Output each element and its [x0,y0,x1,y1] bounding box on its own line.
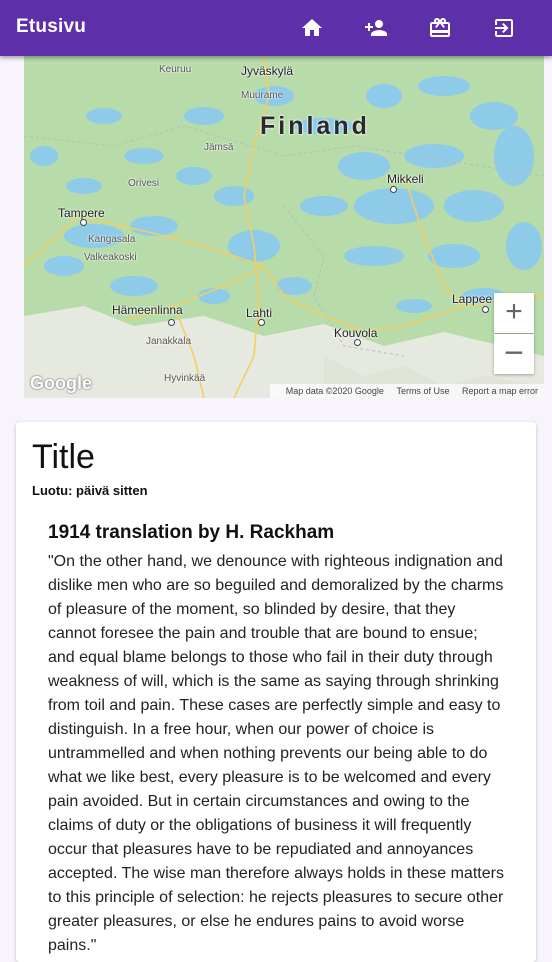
city-hameenlinna-dot [168,319,175,326]
home-icon[interactable] [300,16,324,40]
city-janakkala-label: Janakkala [146,336,192,347]
article-title: 1914 translation by H. Rackham [48,522,335,543]
post-created-date: Luotu: päivä sitten [32,483,148,498]
post-title: Title [32,438,95,476]
google-logo[interactable]: Google [30,373,92,394]
city-jyvaskyla-label: Jyväskylä [241,64,294,78]
zoom-in-button[interactable]: + [494,293,534,333]
app-title: Etusivu [16,16,87,37]
article-body: "On the other hand, we denounce with rig… [48,553,504,954]
city-orivesi-label: Orivesi [128,178,160,189]
login-icon[interactable] [492,16,516,40]
city-mikkeli-dot [390,186,397,193]
city-lahti-dot [258,319,265,326]
city-keuruu-label: Keuruu [159,64,192,75]
report-map-error-link[interactable]: Report a map error [462,386,538,396]
city-lappee-label: Lappee [452,292,493,306]
post-card: Title Luotu: päivä sitten 1914 translati… [16,422,536,962]
city-kouvola-label: Kouvola [334,326,378,340]
city-kouvola-dot [354,339,361,346]
app-bar: Etusivu [0,0,552,56]
country-label: Finland [260,112,370,140]
zoom-out-button[interactable]: − [494,334,534,374]
city-tampere-label: Tampere [58,206,105,220]
city-lahti-label: Lahti [246,306,273,320]
city-muurame-label: Muurame [241,90,284,101]
city-hyvinkaa-label: Hyvinkää [164,373,206,384]
map-data-text: Map data ©2020 Google [285,386,384,396]
card-giftcard-icon[interactable] [428,16,452,40]
terms-of-use-link[interactable]: Terms of Use [396,386,449,396]
city-jamsa-label: Jämsä [204,142,234,153]
map-view[interactable]: Keuruu Jyväskylä Muurame Finland Jämsä O… [24,56,544,398]
city-kangasala-label: Kangasala [88,234,136,245]
city-valkeakoski-label: Valkeakoski [84,252,137,263]
city-lappee-dot [482,306,489,313]
city-tampere-dot [80,219,87,226]
city-hameenlinna-label: Hämeenlinna [112,303,183,317]
city-mikkeli-label: Mikkeli [387,172,424,186]
map-terrain [24,56,544,398]
person-add-icon[interactable] [364,16,388,40]
map-attribution: Map data ©2020 Google Terms of Use Repor… [269,384,544,398]
